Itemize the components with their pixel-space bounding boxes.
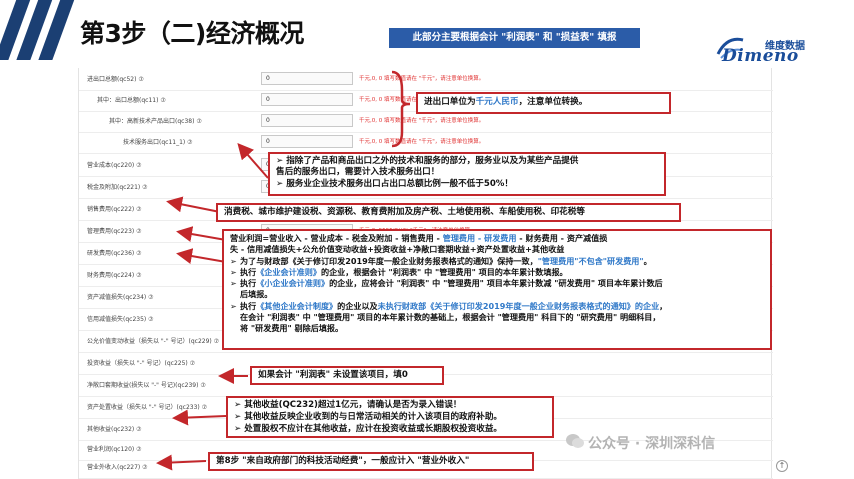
callout-line: ➢ 其他收益反映企业收到的与日常活动相关的计入该项目的政府补助。	[234, 411, 503, 422]
callout-line: 失 - 信用减值损失+公允价值变动收益+投资收益+净敞口套期收益+资产处置收益+…	[230, 244, 565, 255]
callout-line: 后填报。	[240, 289, 273, 300]
arrow-line	[166, 196, 221, 213]
callout-line: ➢ 服务业企业技术服务出口占出口总额比例一般不低于50%！	[276, 178, 514, 189]
unit-highlight: 千元人民币	[475, 97, 519, 107]
brace-shape	[391, 70, 411, 148]
callout-line: ➢ 执行《企业会计准则》的企业，根据会计 "利润表" 中 "管理费用" 项目的本年…	[230, 266, 568, 277]
slide-canvas: { "header": { "title": "第3步（二)经济概况", "ba…	[0, 0, 854, 479]
callout-line: 将 "研发费用" 剔除后填报。	[240, 323, 344, 334]
callout-text: ，注意单位转换。	[518, 97, 588, 107]
highlight-text: 管理费用 - 研发费用	[442, 233, 517, 243]
arrow-line	[176, 226, 227, 242]
callout-line: ➢ 执行《其他企业会计制度》的企业以及未执行财政部《关于修订印发2019年度一般企…	[230, 300, 668, 311]
callout-line: 第8步 "来自政府部门的科技活动经费"，一般应计入 "营业外收入"	[216, 456, 470, 466]
callout-line: 如果会计 "利润表" 未设置该项目，填0	[258, 370, 408, 380]
highlight-text: 《小企业会计准则》	[256, 278, 330, 289]
watermark-text: 公众号 · 深圳深科信	[588, 436, 716, 452]
callout-line: ➢ 为了与财政部《关于修订印发2019年度一般企业财务报表格式的通知》保持一致，"…	[230, 255, 652, 266]
callout-line: 在会计 "利润表" 中 "管理费用" 项目的本年累计数的基础上，根据会计 "管理…	[240, 312, 661, 323]
operating-profit-callout: 营业利润=营业收入 - 营业成本 - 税金及附加 - 销售费用 - 管理费用 -…	[222, 229, 772, 350]
highlight-text: 《其他企业会计制度》	[256, 300, 338, 311]
export-unit-callout: 进出口单位为千元人民币，注意单位转换。	[416, 92, 671, 114]
scroll-up-button[interactable]: ↑	[776, 460, 788, 472]
callout-line: 消费税、城市维护建设税、资源税、教育费附加及房产税、土地使用税、车船使用税、印花…	[224, 207, 585, 217]
other-income-callout: ➢ 其他收益(QC232)超过1亿元，请确认是否为录入错误！ ➢ 其他收益反映企…	[226, 396, 554, 438]
arrow-line	[156, 454, 207, 471]
callout-text: 进出口单位为	[424, 97, 476, 107]
callout-line: ➢ 处置股权不应计在其他收益，应计在投资收益或长期股权投资收益。	[234, 423, 503, 434]
callout-line: 售后的服务出口，需要计入技术服务出口！	[276, 167, 440, 178]
arrow-line	[172, 409, 227, 426]
callout-line: 营业利润=营业收入 - 营业成本 - 税金及附加 - 销售费用 - 管理费用 -…	[230, 233, 608, 243]
service-export-callout: ➢ 指除了产品和商品出口之外的技术和服务的部分，服务业以及为某些产品提供 售后的…	[268, 152, 666, 196]
nonop-income-callout: 第8步 "来自政府部门的科技活动经费"，一般应计入 "营业外收入"	[208, 452, 534, 471]
highlight-text: 未执行财政部《关于修订印发2019年度一般企业财务报表格式的通知》的企业	[377, 300, 660, 311]
arrow-line	[176, 248, 227, 264]
callout-line: ➢ 执行《小企业会计准则》的企业，应将会计 "利润表" 中 "管理费用" 项目本年…	[230, 278, 663, 289]
net-hedge-callout: 如果会计 "利润表" 未设置该项目，填0	[250, 366, 444, 385]
highlight-text: 《企业会计准则》	[256, 266, 321, 277]
highlight-text: "管理费用"不包含"研发费用"	[537, 255, 644, 266]
callout-line: ➢ 指除了产品和商品出口之外的技术和服务的部分，服务业以及为某些产品提供	[276, 156, 579, 166]
wechat-icon	[566, 434, 584, 448]
callout-line: ➢ 其他收益(QC232)超过1亿元，请确认是否为录入错误！	[234, 400, 462, 410]
arrow-line	[237, 142, 269, 179]
taxes-callout: 消费税、城市维护建设税、资源税、教育费附加及房产税、土地使用税、车船使用税、印花…	[216, 203, 681, 222]
